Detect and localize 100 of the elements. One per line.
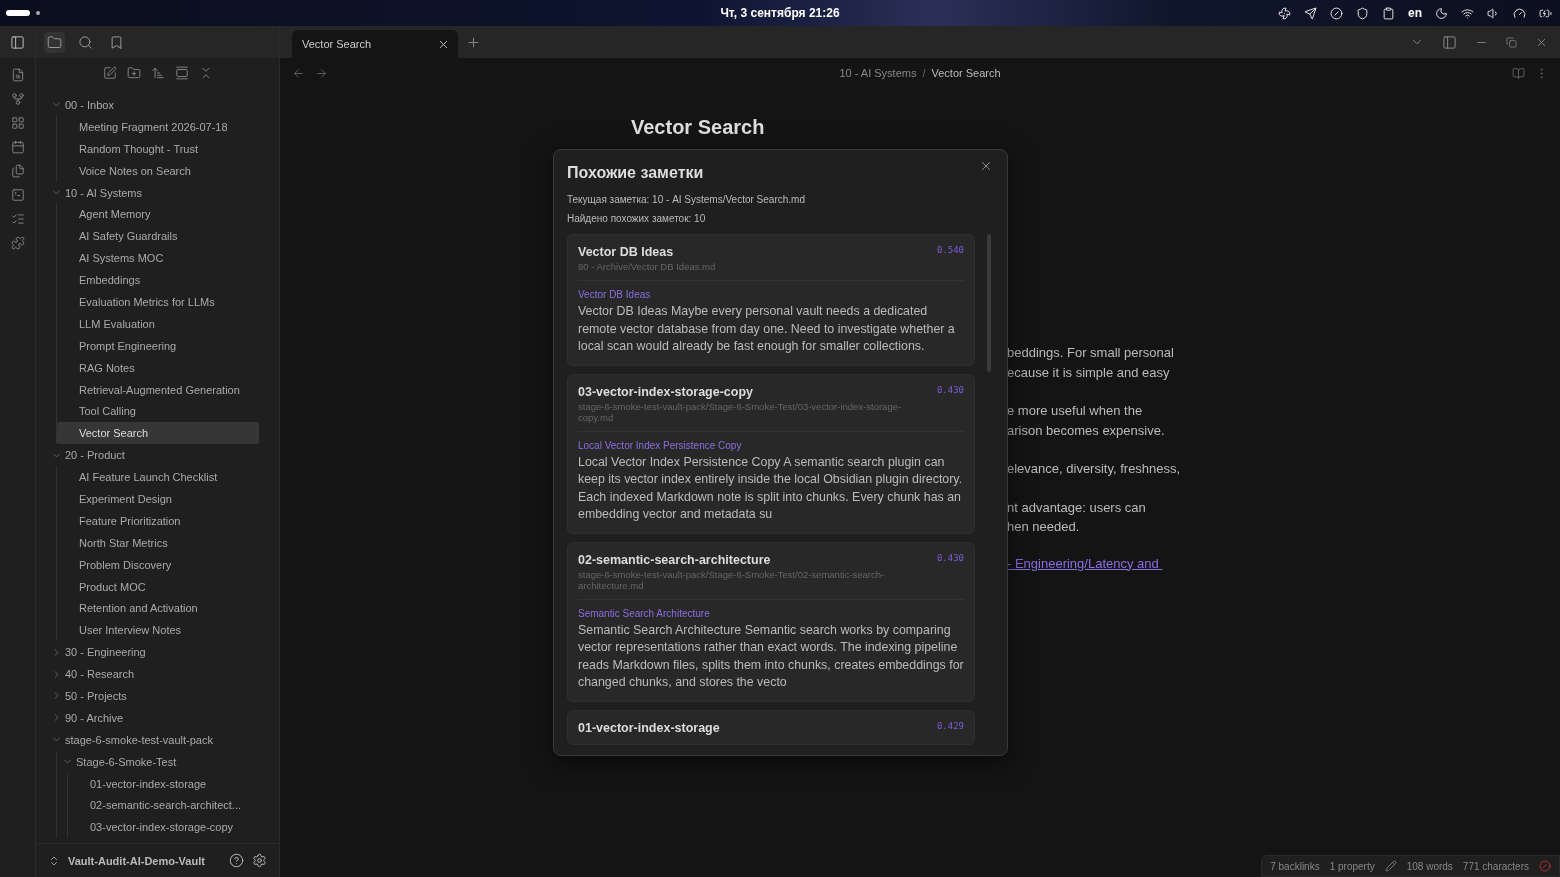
similarity-score: 0.540 [936,245,964,255]
file-item[interactable]: Feature Prioritization [57,509,259,532]
file-item[interactable]: AI Feature Launch Checklist [57,466,259,489]
breadcrumb-item[interactable]: Vector Search [931,67,1001,79]
clipboard-icon[interactable] [1382,6,1395,20]
file-item[interactable]: Meeting Fragment 2026-07-18 [57,115,259,138]
backlinks-count[interactable]: 7 backlinks [1270,860,1320,872]
result-title: 03-vector-index-storage-copy [578,384,755,399]
file-item[interactable]: Experiment Design [57,488,259,510]
file-item[interactable]: 03-vector-index-storage-copy [68,816,259,839]
result-heading[interactable]: Semantic Search Architecture [578,607,964,619]
breadcrumb-separator: / [922,67,926,79]
files-icon[interactable] [10,164,25,178]
file-item[interactable]: Prompt Engineering [57,334,259,357]
reveal-icon[interactable] [174,66,189,80]
new-tab-icon[interactable] [466,34,481,50]
result-heading[interactable]: Local Vector Index Persistence Copy [578,439,964,451]
file-item[interactable]: Voice Notes on Search [57,159,259,182]
new-folder-icon[interactable] [126,66,141,80]
folder-item[interactable]: 90 - Archive [46,706,259,729]
new-note-icon[interactable] [102,66,117,80]
gauge-icon[interactable] [1513,6,1526,20]
result-snippet: Vector DB Ideas Maybe every personal vault needs a dedicated remote vector database from day one. Need to investigate whether a local scan would already be fast enough for smaller collections. [578,303,956,355]
moon-icon[interactable] [1435,6,1448,20]
result-path: stage-6-smoke-test-vault-pack/Stage-6-Smoke-Test/03-vector-index-storage-copy.md [578,400,964,432]
folder-item[interactable]: stage-6-smoke-test-vault-pack [46,728,259,751]
file-item[interactable]: Retention and Activation [57,597,259,620]
grid-icon[interactable] [10,116,25,130]
file-item[interactable]: Agent Memory [57,203,259,226]
right-sidebar-icon[interactable] [1442,34,1457,50]
folder-tab[interactable] [44,31,65,53]
fan-icon[interactable] [1278,6,1291,20]
restore-icon[interactable] [1506,36,1517,48]
file-item[interactable]: Tool Calling [57,400,259,423]
graph-icon[interactable] [10,92,25,106]
vault-name[interactable]: Vault-Audit-AI-Demo-Vault [68,854,221,867]
file-item[interactable]: Embeddings [57,269,259,291]
bookmark-icon[interactable] [109,34,124,50]
shield-icon[interactable] [1356,6,1369,20]
calendar-icon[interactable] [10,140,25,154]
file-item[interactable]: Retrieval-Augmented Generation [57,378,259,401]
workspace-indicator[interactable] [6,10,30,16]
file-item[interactable]: LLM Evaluation [57,312,259,335]
sidebar-toggle-icon[interactable] [10,34,25,50]
file-item[interactable]: Evaluation Metrics for LLMs [57,291,259,313]
folder-item[interactable]: 10 - AI Systems [46,181,259,204]
checklist-icon[interactable] [10,212,25,226]
help-icon[interactable] [229,853,244,868]
back-icon[interactable] [292,66,305,80]
properties-count[interactable]: 1 property [1329,860,1375,872]
result-heading[interactable]: Vector DB Ideas [578,289,964,300]
reading-view-icon[interactable] [1512,66,1525,80]
note-link[interactable]: - Engineering/Latency and [1007,555,1191,571]
note-paragraph: beddings. For small personal ecause it is simple and easy [1007,344,1175,382]
result-snippet: Semantic Search Architecture Semantic search works by comparing vector representations rather than exact words. The indexing pipeline reads Markdown files, splits them into chunks, creates embeddings for changed chunks, and stores the vecto [578,621,964,691]
settings-icon[interactable] [252,853,267,868]
file-item[interactable]: RAG Notes [57,356,259,379]
forward-icon[interactable] [315,66,328,80]
note-title: Vector Search [631,116,766,139]
result-snippet: Local Vector Index Persistence Copy A semantic search plugin can keep its vector index entirely inside the local Obsidian plugin directory. Each indexed Markdown note is split into chunks. Every chunk has an embedding vector and metadata su [578,453,964,523]
file-item[interactable]: North Star Metrics [57,531,259,554]
folder-icon [47,34,62,50]
wifi-icon[interactable] [1461,6,1474,20]
folder-item[interactable]: 40 - Research [46,663,259,686]
folder-item[interactable]: 20 - Product [46,444,259,467]
dialog-title: Похожие заметки [567,164,704,182]
file-item[interactable]: 01-vector-index-storage [68,772,259,795]
file-search-icon[interactable] [10,68,25,82]
workspace-dot[interactable] [36,11,40,15]
file-item[interactable]: 02-semantic-search-architect... [68,794,259,817]
terminal-icon[interactable] [10,188,25,202]
result-title: Vector DB Ideas [578,245,675,259]
tab[interactable]: Vector Search [292,30,458,58]
result-card[interactable]: 01-vector-index-storage 0.429 [567,709,975,745]
volume-icon[interactable] [1487,6,1500,20]
close-icon[interactable] [979,159,993,173]
similarity-score: 0.429 [936,720,964,731]
pencil-icon[interactable] [1384,860,1397,872]
sort-icon[interactable] [150,66,165,80]
folder-item[interactable]: 50 - Projects [46,685,259,707]
file-item[interactable]: Random Thought - Trust [57,137,259,160]
keyboard-layout[interactable]: en [1408,6,1422,20]
breadcrumb-item[interactable]: 10 - AI Systems [839,67,917,79]
file-item[interactable]: AI Systems MOC [57,247,259,270]
folder-item[interactable]: 30 - Engineering [46,641,259,664]
similarity-score: 0.430 [936,552,964,563]
clock[interactable]: Чт, 3 сентября 21:26 [720,6,840,20]
file-item[interactable]: User Interview Notes [57,619,259,642]
file-item[interactable]: Problem Discovery [57,553,259,576]
folder-item[interactable]: Stage-6-Smoke-Test [57,750,259,773]
vault-switch-icon[interactable] [48,854,60,867]
folder-item[interactable]: 00 - Inbox [46,94,259,116]
current-note-info: Текущая заметка: 10 - AI Systems/Vector Search.md [567,194,806,205]
found-count: Найдено похожих заметок: 10 [567,213,707,224]
search-icon[interactable] [78,34,93,50]
file-item[interactable]: AI Safety Guardrails [57,225,259,248]
puzzle-icon[interactable] [10,236,25,250]
file-item[interactable]: Vector Search [57,422,259,445]
file-item[interactable]: Product MOC [57,575,259,598]
send-icon[interactable] [1304,6,1317,20]
